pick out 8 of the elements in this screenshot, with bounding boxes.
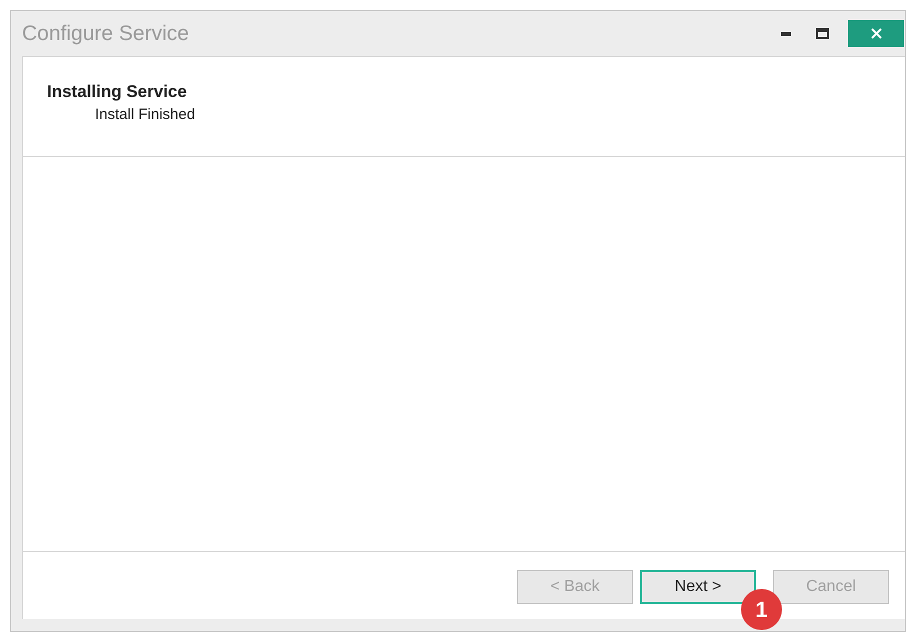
step-status: Install Finished [94, 106, 196, 124]
maximize-icon [816, 28, 828, 39]
step-title: Installing Service [47, 82, 188, 102]
window-title: Configure Service [22, 20, 190, 47]
close-button[interactable] [848, 20, 904, 47]
wizard-button[interactable]: Next > [640, 570, 756, 604]
close-icon [870, 28, 882, 39]
minimize-icon [781, 32, 791, 36]
